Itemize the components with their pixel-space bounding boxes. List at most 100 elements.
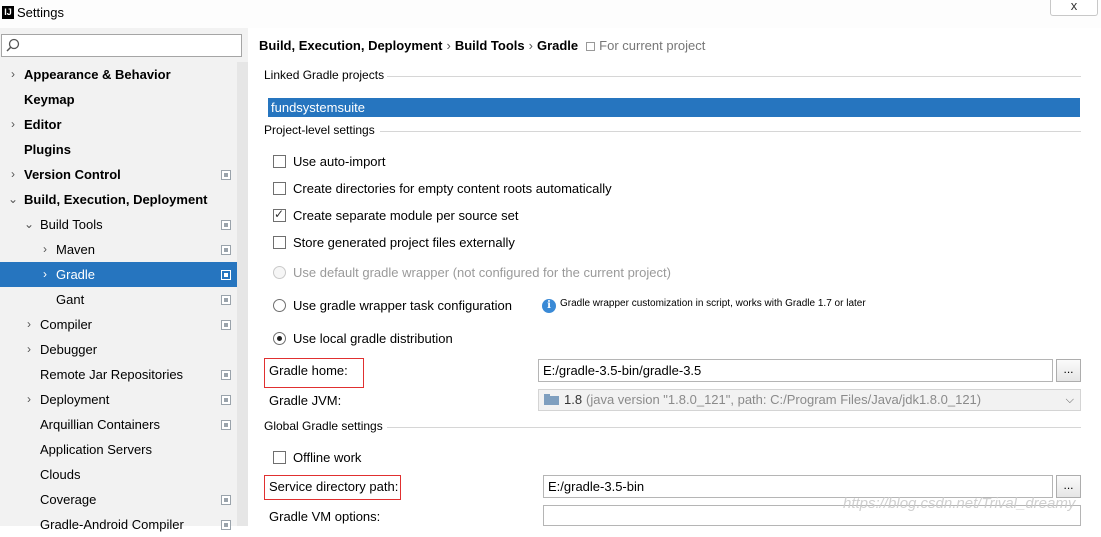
chevron-right-icon[interactable]: › — [40, 237, 50, 262]
section-linked-projects: Linked Gradle projects — [264, 68, 385, 82]
sidebar-item-label: Arquillian Containers — [40, 417, 160, 432]
chevron-down-icon[interactable]: ⌄ — [8, 187, 18, 212]
sidebar-item-maven[interactable]: › Maven — [0, 237, 237, 262]
create-dirs-checkbox[interactable] — [273, 182, 286, 195]
sidebar-item-label: Gradle — [56, 267, 96, 282]
chevron-right-icon[interactable]: › — [40, 262, 50, 287]
gradle-home-input[interactable]: E:/gradle-3.5-bin/gradle-3.5 — [538, 359, 1053, 382]
section-divider — [387, 427, 1081, 428]
sidebar-item-label: Appearance & Behavior — [24, 67, 171, 82]
sidebar-item-build-tools[interactable]: ⌄ Build Tools — [0, 212, 237, 237]
local-dist-radio[interactable] — [273, 332, 286, 345]
service-dir-label: Service directory path: — [269, 479, 399, 494]
sidebar-item-label: Debugger — [40, 342, 98, 357]
sidebar-item-label: Maven — [56, 242, 96, 257]
offline-checkbox[interactable] — [273, 451, 286, 464]
gradle-jvm-label: Gradle JVM: — [269, 393, 342, 408]
sidebar-item-label: Plugins — [24, 142, 71, 157]
chevron-right-icon[interactable]: › — [24, 387, 34, 412]
sidebar-item-compiler[interactable]: › Compiler — [0, 312, 237, 337]
sidebar-item-version-control[interactable]: › Version Control — [0, 162, 237, 187]
chevron-down-icon: ⌵ — [1065, 394, 1074, 406]
project-scope-icon — [221, 320, 231, 330]
chevron-down-icon[interactable]: ⌄ — [24, 212, 34, 237]
sidebar-item-label: Compiler — [40, 317, 93, 332]
project-scope-icon — [221, 395, 231, 405]
chevron-right-icon[interactable]: › — [24, 312, 34, 337]
sidebar-item-arquillian-containers[interactable]: Arquillian Containers — [0, 412, 237, 437]
intellij-logo-icon: IJ — [2, 6, 14, 19]
wrapper-task-radio[interactable] — [273, 299, 286, 312]
sidebar-item-label: Build Tools — [40, 217, 103, 232]
window-title: Settings — [17, 5, 64, 20]
sidebar-item-label: Coverage — [40, 492, 97, 507]
sidebar-item-editor[interactable]: › Editor — [0, 112, 237, 137]
settings-sidebar: › Appearance & Behavior Keymap › Editor Plugi… — [0, 28, 248, 532]
gradle-home-browse-button[interactable]: ... — [1056, 359, 1081, 382]
chevron-right-icon[interactable]: › — [24, 337, 34, 362]
scope-label: For current project — [599, 38, 706, 53]
jdk-folder-icon — [544, 394, 559, 405]
search-input[interactable] — [1, 34, 242, 57]
chevron-right-icon[interactable]: › — [8, 112, 18, 137]
jvm-detail: (java version "1.8.0_121", path: C:/Prog… — [586, 392, 982, 407]
sidebar-item-remote-jar-repositories[interactable]: Remote Jar Repositories — [0, 362, 237, 387]
wrapper-info: i Gradle wrapper customization in script,… — [542, 298, 866, 313]
project-scope-icon — [221, 170, 231, 180]
sidebar-item-plugins[interactable]: Plugins — [0, 137, 237, 162]
sidebar-item-build-execution-deployment[interactable]: ⌄ Build, Execution, Deployment — [0, 187, 237, 212]
sidebar-item-deployment[interactable]: › Deployment — [0, 387, 237, 412]
sidebar-scrollbar[interactable] — [237, 62, 248, 526]
project-scope-icon — [586, 42, 596, 51]
jvm-version: 1.8 — [564, 392, 583, 407]
sidebar-item-label: Gant — [56, 292, 85, 307]
project-scope-icon — [221, 295, 231, 305]
section-global: Global Gradle settings — [264, 419, 383, 433]
sidebar-item-debugger[interactable]: › Debugger — [0, 337, 237, 362]
section-project-level: Project-level settings — [264, 123, 375, 137]
sidebar-item-keymap[interactable]: Keymap — [0, 87, 237, 112]
chevron-right-icon[interactable]: › — [8, 162, 18, 187]
sidebar-item-label: Deployment — [40, 392, 110, 407]
sidebar-item-label: Gradle-Android Compiler — [40, 517, 184, 532]
gradle-home-label: Gradle home: — [269, 363, 348, 378]
sidebar-item-label: Remote Jar Repositories — [40, 367, 184, 382]
store-external-checkbox[interactable] — [273, 236, 286, 249]
sidebar-item-gradle[interactable]: › Gradle — [0, 262, 248, 287]
breadcrumb: Build, Execution, Deployment › Build Tools… — [259, 38, 706, 53]
sidebar-item-appearance-behavior[interactable]: › Appearance & Behavior — [0, 62, 237, 87]
project-scope-icon — [221, 420, 231, 430]
section-divider — [387, 76, 1081, 77]
sidebar-item-coverage[interactable]: Coverage — [0, 487, 237, 512]
watermark: https://blog.csdn.net/Trival_dreamy — [843, 495, 1076, 512]
sidebar-item-label: Clouds — [40, 467, 81, 482]
search-icon — [6, 38, 20, 52]
chevron-right-icon[interactable]: › — [8, 62, 18, 87]
breadcrumb-part: Build Tools — [454, 38, 525, 53]
close-button[interactable]: x — [1050, 0, 1098, 16]
project-scope-icon — [221, 370, 231, 380]
sidebar-item-clouds[interactable]: Clouds — [0, 462, 237, 487]
project-scope-icon — [221, 520, 231, 530]
info-icon: i — [542, 299, 556, 313]
auto-import-checkbox[interactable] — [273, 155, 286, 168]
section-divider — [380, 131, 1081, 132]
sidebar-item-label: Editor — [24, 117, 62, 132]
sidebar-item-application-servers[interactable]: Application Servers — [0, 437, 237, 462]
sidebar-item-label: Version Control — [24, 167, 121, 182]
separate-module-checkbox[interactable] — [273, 207, 286, 222]
gradle-jvm-select[interactable]: 1.8 (java version "1.8.0_121", path: C:/… — [538, 389, 1081, 411]
project-scope-icon — [221, 270, 231, 280]
sidebar-item-gradle-android-compiler[interactable]: Gradle-Android Compiler — [0, 512, 237, 537]
vm-options-label: Gradle VM options: — [269, 509, 381, 524]
title-bar: IJ Settings x — [0, 0, 1101, 28]
sidebar-item-gant[interactable]: Gant — [0, 287, 237, 312]
breadcrumb-part: Build, Execution, Deployment — [259, 38, 443, 53]
linked-project-item[interactable]: fundsystemsuite — [268, 98, 1080, 117]
project-scope-icon — [221, 245, 231, 255]
project-scope-icon — [221, 495, 231, 505]
project-scope-icon — [221, 220, 231, 230]
sidebar-item-label: Build, Execution, Deployment — [24, 192, 208, 207]
sidebar-item-label: Keymap — [24, 92, 75, 107]
breadcrumb-part: Gradle — [536, 38, 579, 53]
